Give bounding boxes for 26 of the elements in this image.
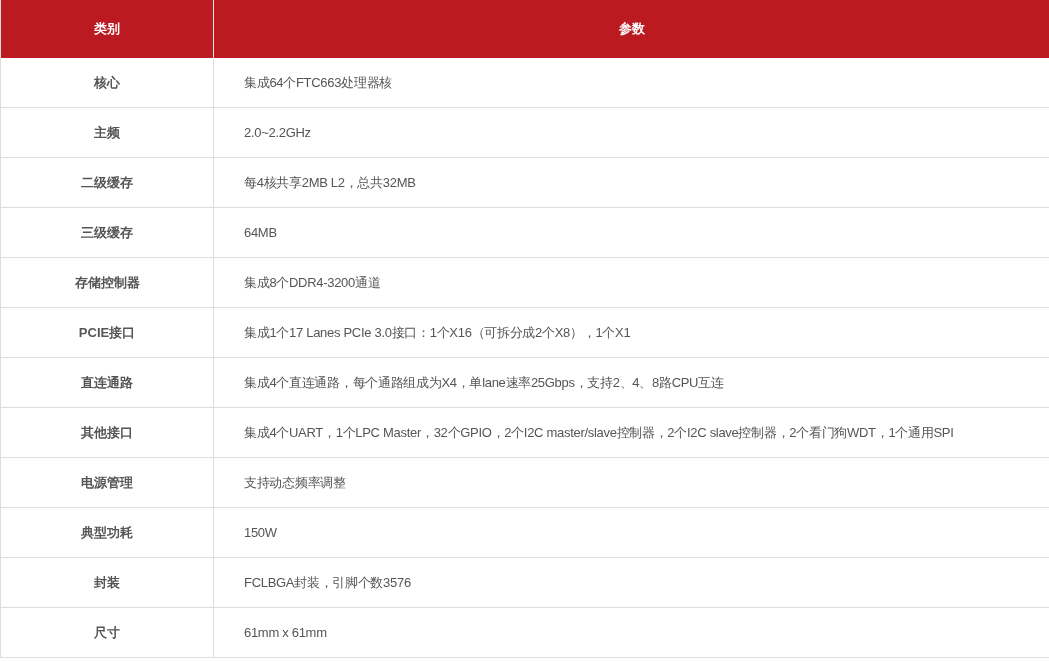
table-cell: 尺寸	[1, 608, 214, 658]
table-cell: 主频	[1, 108, 214, 158]
table-cell: 集成1个17 Lanes PCIe 3.0接口：1个X16（可拆分成2个X8），1个X1	[214, 308, 1049, 358]
column-header: 参数	[214, 0, 1049, 58]
table-cell: 150W	[214, 508, 1049, 558]
table-cell: 直连通路	[1, 358, 214, 408]
table-cell: 61mm x 61mm	[214, 608, 1049, 658]
table-cell: 2.0~2.2GHz	[214, 108, 1049, 158]
table-cell: 集成64个FTC663处理器核	[214, 58, 1049, 108]
table-cell: 二级缓存	[1, 158, 214, 208]
table-cell: 每4核共享2MB L2，总共32MB	[214, 158, 1049, 208]
table-cell: 核心	[1, 58, 214, 108]
table-cell: PCIE接口	[1, 308, 214, 358]
table-cell: 集成8个DDR4-3200通道	[214, 258, 1049, 308]
table-cell: 支持动态频率调整	[214, 458, 1049, 508]
table-cell: 典型功耗	[1, 508, 214, 558]
column-header: 类别	[1, 0, 214, 58]
table-cell: FCLBGA封装，引脚个数3576	[214, 558, 1049, 608]
table-cell: 存储控制器	[1, 258, 214, 308]
table-cell: 其他接口	[1, 408, 214, 458]
table-cell: 64MB	[214, 208, 1049, 258]
table-cell: 集成4个直连通路，每个通路组成为X4，单lane速率25Gbps，支持2、4、8路CPU互连	[214, 358, 1049, 408]
table-cell: 电源管理	[1, 458, 214, 508]
table-cell: 封装	[1, 558, 214, 608]
table-cell: 集成4个UART，1个LPC Master，32个GPIO，2个I2C master/slave控制器，2个I2C slave控制器，2个看门狗WDT，1个通用SPI	[214, 408, 1049, 458]
table-cell: 三级缓存	[1, 208, 214, 258]
